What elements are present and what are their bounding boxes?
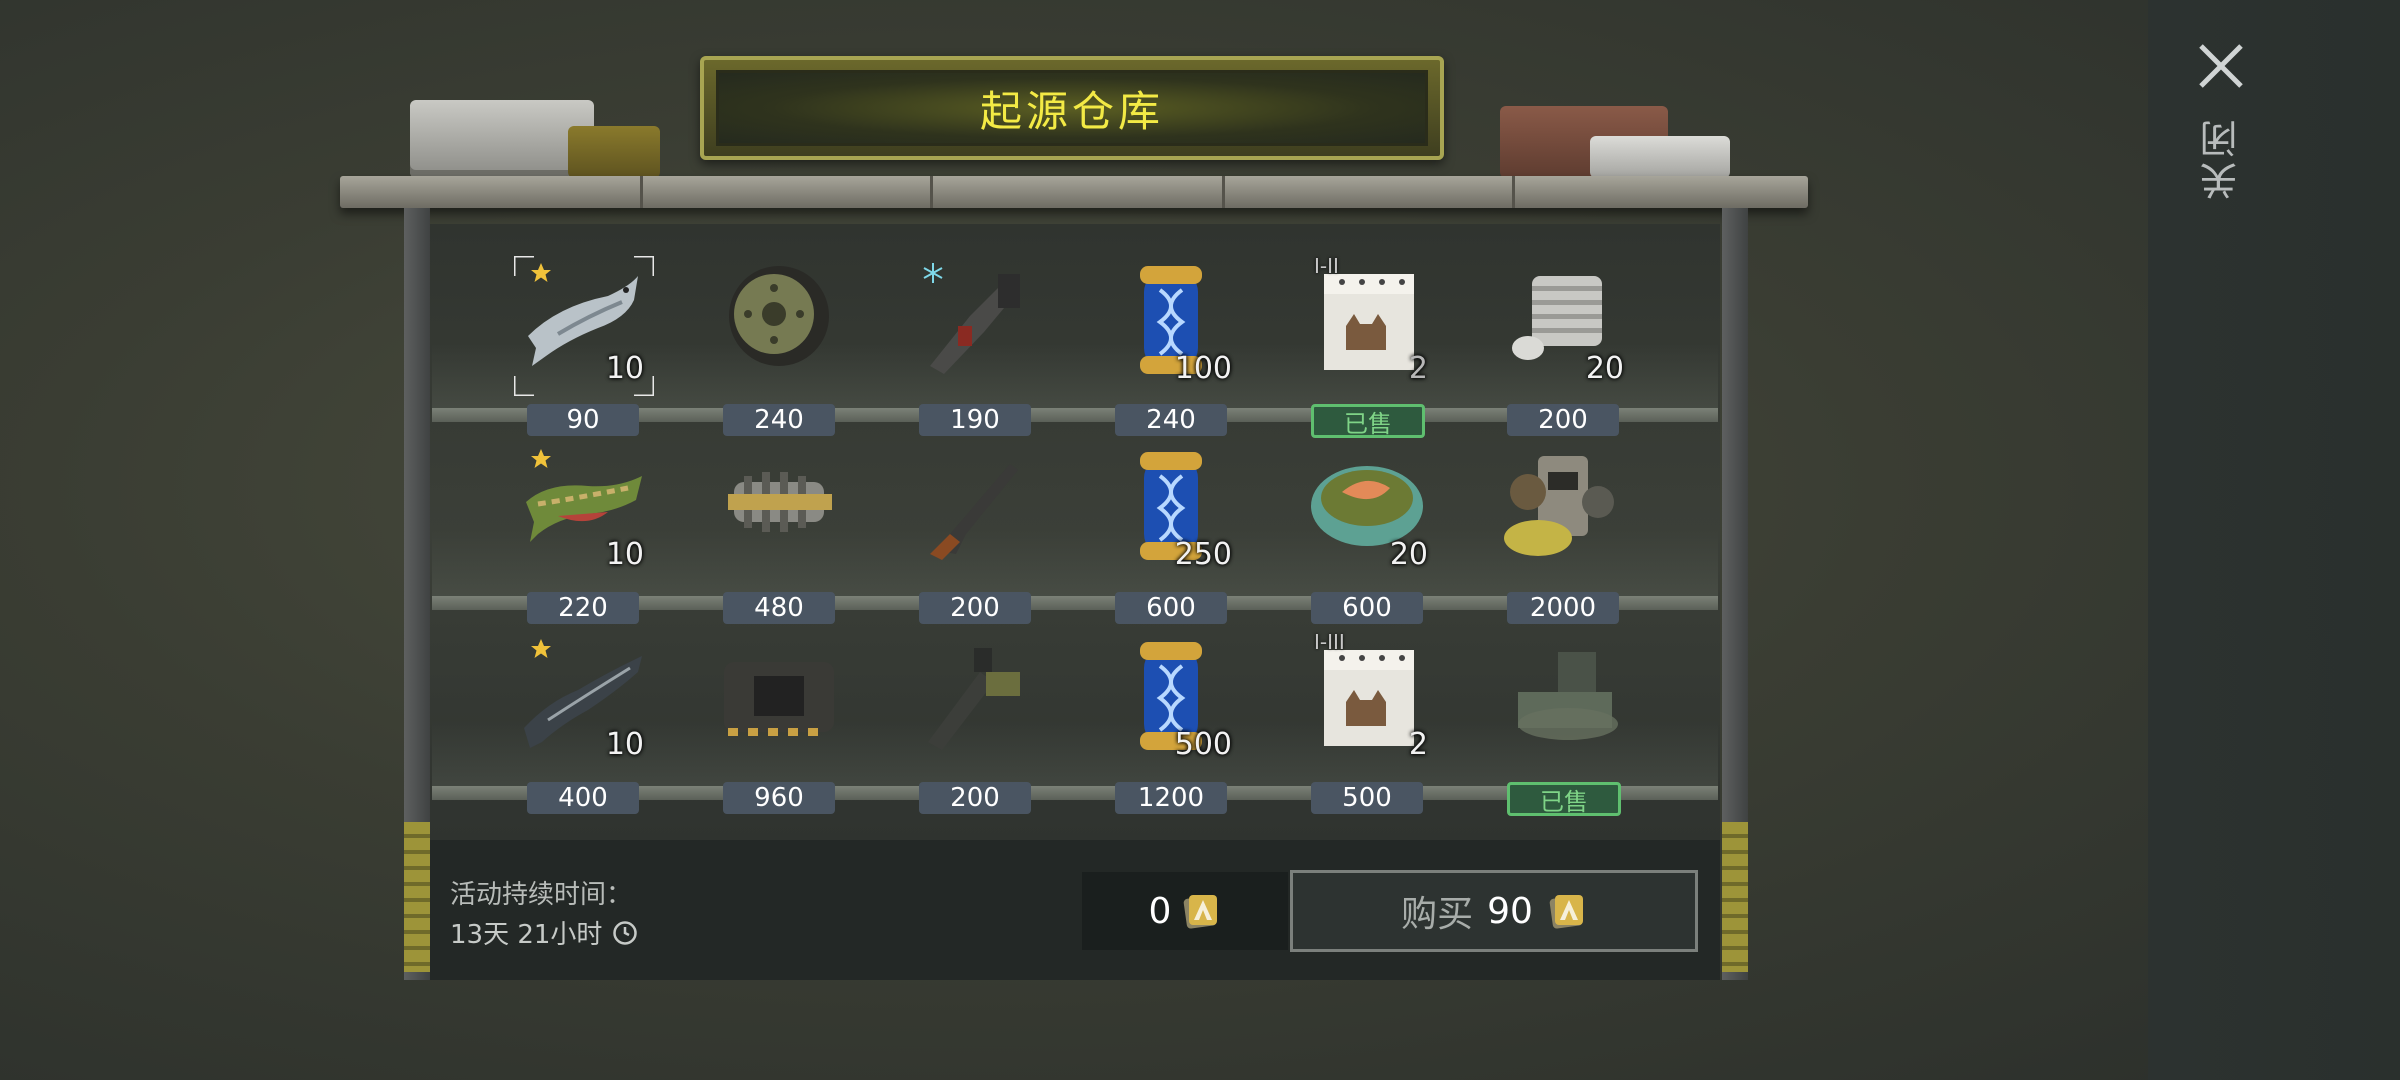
token-icon <box>1184 895 1218 929</box>
price-tag: 190 <box>919 404 1031 436</box>
item-quantity: 20 <box>1585 351 1624 386</box>
star-icon <box>531 449 551 468</box>
roof-divider <box>1222 176 1225 208</box>
tier-label: I-III <box>1314 630 1345 654</box>
crate-decoration-left <box>410 100 594 178</box>
shop-item[interactable] <box>704 250 854 400</box>
buy-label: 购买 <box>1401 894 1474 935</box>
item-quantity: 2 <box>1408 351 1428 386</box>
price-tag: 220 <box>527 592 639 624</box>
shop-item[interactable]: 10 <box>508 626 658 776</box>
price-tag: 2000 <box>1507 592 1619 624</box>
roof-divider <box>930 176 933 208</box>
roof-divider <box>640 176 643 208</box>
price-tag: 200 <box>919 782 1031 814</box>
shop-item[interactable]: 100 <box>1096 250 1246 400</box>
title-plate: 起源仓库 <box>700 56 1444 160</box>
shop-item[interactable]: 500 <box>1096 626 1246 776</box>
duration-text: 13天 21小时 <box>450 920 603 950</box>
price-tag: 400 <box>527 782 639 814</box>
shop-item[interactable] <box>704 626 854 776</box>
close-icon <box>2199 44 2243 88</box>
buy-button[interactable]: 购买 90 <box>1290 870 1698 952</box>
item-quantity: 10 <box>605 537 644 572</box>
item-quantity: 10 <box>605 351 644 386</box>
shop-item[interactable] <box>900 250 1050 400</box>
shop-item[interactable]: 10 <box>508 436 658 586</box>
price-tag: 200 <box>919 592 1031 624</box>
close-button[interactable]: 关闭 <box>2190 40 2252 270</box>
item-quantity: 250 <box>1174 537 1232 572</box>
price-tag: 960 <box>723 782 835 814</box>
item-quantity: 10 <box>605 727 644 762</box>
item-quantity: 20 <box>1389 537 1428 572</box>
sold-badge: 已售 <box>1507 782 1621 816</box>
shop-item[interactable] <box>900 436 1050 586</box>
price-tag: 240 <box>723 404 835 436</box>
shop-item[interactable]: I-II 2 <box>1292 250 1442 400</box>
price-tag: 1200 <box>1115 782 1227 814</box>
item-quantity: 2 <box>1408 727 1428 762</box>
page-title: 起源仓库 <box>979 86 1164 136</box>
price-tag: 200 <box>1507 404 1619 436</box>
circuit-board-icon <box>724 662 834 736</box>
shop-item[interactable] <box>1488 436 1638 586</box>
post-trim-right <box>1722 822 1748 972</box>
price-tag: 600 <box>1311 592 1423 624</box>
post-trim-left <box>404 822 430 972</box>
shop-item[interactable]: 250 <box>1096 436 1246 586</box>
roof-divider <box>1512 176 1515 208</box>
sold-badge: 已售 <box>1311 404 1425 438</box>
clock-icon <box>613 920 638 945</box>
workbench-icon <box>1518 652 1618 740</box>
shop-item[interactable] <box>704 436 854 586</box>
duration-label: 活动持续时间： <box>450 880 633 910</box>
price-tag: 600 <box>1115 592 1227 624</box>
crate-decoration-left-small <box>568 126 660 178</box>
launcher-icon <box>928 648 1020 750</box>
shop-item[interactable] <box>900 626 1050 776</box>
price-tag: 480 <box>723 592 835 624</box>
cabinet-roof <box>340 176 1808 208</box>
shop-item[interactable] <box>1488 626 1638 776</box>
wheel-icon <box>729 266 829 366</box>
crate-decoration-right-small <box>1590 136 1730 178</box>
item-quantity: 500 <box>1174 727 1232 762</box>
price-tag: 240 <box>1115 404 1227 436</box>
price-tag: 500 <box>1311 782 1423 814</box>
snowflake-icon <box>923 263 943 283</box>
item-quantity: 100 <box>1174 351 1232 386</box>
buy-price: 90 <box>1487 890 1533 932</box>
price-tag: 90 <box>527 404 639 436</box>
balance-value: 0 <box>1148 890 1172 932</box>
shop-item[interactable]: 10 <box>508 250 658 400</box>
shop-item[interactable]: 20 <box>1488 250 1638 400</box>
close-label: 关闭 <box>2199 116 2244 200</box>
star-icon <box>531 263 551 282</box>
duration-value: 13天 21小时 <box>450 914 638 951</box>
currency-balance: 0 <box>1082 872 1288 950</box>
shop-item[interactable]: I-III 2 <box>1292 626 1442 776</box>
tier-label: I-II <box>1314 254 1339 278</box>
right-panel <box>2148 0 2400 1080</box>
shop-item[interactable]: 20 <box>1292 436 1442 586</box>
rifle-icon <box>930 464 1018 560</box>
token-icon <box>1549 895 1583 929</box>
gear-pile-icon <box>1504 456 1614 556</box>
star-icon <box>531 639 551 658</box>
gear-shaft-icon <box>728 472 832 532</box>
